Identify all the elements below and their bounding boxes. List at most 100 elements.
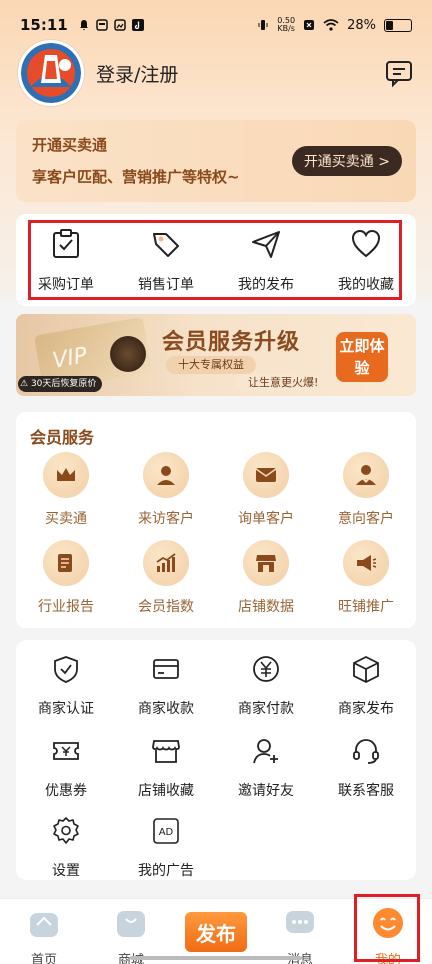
message-icon[interactable] <box>384 58 414 88</box>
tool-item-merchant-publish[interactable]: 商家发布 <box>316 654 416 718</box>
crown-icon <box>57 468 75 481</box>
tool-item-customer-service[interactable]: 联系客服 <box>316 736 416 800</box>
service-item-label: 意向客户 <box>338 511 394 527</box>
vip-open-card[interactable]: 开通买卖通 享客户匹配、营销推广等特权~ 开通买卖通 > <box>16 120 416 202</box>
service-item-label: 旺铺推广 <box>338 599 394 615</box>
mall-icon <box>117 911 145 937</box>
order-item-favorites[interactable]: 我的收藏 <box>316 228 416 294</box>
member-upgrade-banner[interactable]: VIP 会员服务升级 十大专属权益 让生意更火爆! 立即体验 ⚠ 30天后恢复原… <box>16 314 416 396</box>
nav-mine[interactable]: 我的 <box>358 907 418 964</box>
gear-icon <box>53 817 79 844</box>
promo-title: 会员服务升级 <box>162 330 301 355</box>
wifi-icon <box>323 19 339 31</box>
headset-icon <box>353 739 379 764</box>
tool-item-label: 商家付款 <box>238 701 294 717</box>
chat-icon <box>286 911 314 933</box>
order-item-label: 销售订单 <box>138 277 194 293</box>
tool-item-label: 设置 <box>52 863 80 879</box>
svg-text:AD: AD <box>159 827 174 838</box>
service-item-shop-promotion[interactable]: 旺铺推广 <box>316 540 416 616</box>
promo-badge-text: 30天后恢复原价 <box>30 379 97 389</box>
vip-card-title: 开通买卖通 <box>32 136 108 154</box>
tool-item-invite-friends[interactable]: 邀请好友 <box>216 736 316 800</box>
tool-item-my-ads[interactable]: AD 我的广告 <box>116 816 216 880</box>
merchant-tools-card: 商家认证 商家收款 商家付款 商家发布 优惠券 店铺收藏 邀请好友 联系客服 设… <box>16 640 416 880</box>
tool-item-label: 店铺收藏 <box>138 783 194 799</box>
net-speed: 0.50 KB/s <box>277 17 295 33</box>
nav-home[interactable]: 首页 <box>14 907 74 964</box>
service-item-industry-report[interactable]: 行业报告 <box>16 540 116 616</box>
trend-chart-icon <box>156 553 176 572</box>
tool-item-merchant-receive[interactable]: 商家收款 <box>116 654 216 718</box>
notification-icons <box>78 19 144 31</box>
megaphone-icon <box>357 555 377 571</box>
rocket-logo-icon <box>21 43 81 103</box>
person-heart-icon <box>356 465 376 485</box>
tool-item-label: 我的广告 <box>138 863 194 879</box>
tool-item-label: 优惠券 <box>45 783 87 799</box>
service-item-label: 店铺数据 <box>238 599 294 615</box>
order-item-sales[interactable]: 销售订单 <box>116 228 216 294</box>
report-icon <box>58 554 72 572</box>
no-sim-icon <box>304 20 315 30</box>
battery-fill <box>386 20 393 30</box>
shop-icon <box>152 740 180 763</box>
service-item-store-data[interactable]: 店铺数据 <box>216 540 316 616</box>
home-indicator <box>130 956 302 960</box>
vip-card-text: VIP <box>50 343 90 374</box>
yuan-coin-icon <box>253 656 279 682</box>
service-item-visitors[interactable]: 来访客户 <box>116 452 216 528</box>
promo-cta-button[interactable]: 立即体验 <box>336 332 388 382</box>
home-icon <box>30 913 58 937</box>
nav-label: 首页 <box>30 953 57 964</box>
add-user-icon <box>253 739 278 764</box>
coupon-icon <box>53 742 79 760</box>
tool-item-label: 联系客服 <box>338 783 394 799</box>
tool-item-coupons[interactable]: 优惠券 <box>16 736 116 800</box>
card-icon <box>153 659 179 679</box>
avatar[interactable] <box>18 40 84 106</box>
yuan-coin-graphic <box>110 336 146 372</box>
heart-icon <box>351 229 381 258</box>
promo-subtitle-1: 十大专属权益 <box>166 356 256 374</box>
app-icon <box>96 19 108 31</box>
tool-item-merchant-pay[interactable]: 商家付款 <box>216 654 316 718</box>
image-icon <box>114 19 126 31</box>
tiktok-icon <box>131 19 144 31</box>
nav-label: 我的 <box>374 953 401 964</box>
envelope-icon <box>255 468 277 482</box>
tool-item-settings[interactable]: 设置 <box>16 816 116 880</box>
service-item-member-index[interactable]: 会员指数 <box>116 540 216 616</box>
tag-icon <box>153 233 179 257</box>
tool-item-label: 商家认证 <box>38 701 94 717</box>
publish-button[interactable]: 发布 <box>185 912 247 952</box>
status-time: 15:11 <box>20 16 68 34</box>
service-item-maimaitong[interactable]: 买卖通 <box>16 452 116 528</box>
tool-item-store-favorites[interactable]: 店铺收藏 <box>116 736 216 800</box>
member-services-heading: 会员服务 <box>30 428 95 447</box>
login-register-link[interactable]: 登录/注册 <box>96 60 178 87</box>
bell-icon <box>79 20 88 31</box>
service-item-intent-clients[interactable]: 意向客户 <box>316 452 416 528</box>
box-icon <box>353 655 379 684</box>
profile-header: 登录/注册 <box>18 38 414 108</box>
status-right: 0.50 KB/s 28% <box>257 17 412 33</box>
order-item-my-posts[interactable]: 我的发布 <box>216 228 316 294</box>
service-item-inquiry-clients[interactable]: 询单客户 <box>216 452 316 528</box>
member-services-card: 会员服务 买卖通 来访客户 询单客户 意向客户 行业报告 会员指数 店铺数据 旺… <box>16 412 416 628</box>
order-item-purchase[interactable]: 采购订单 <box>16 228 116 294</box>
shield-check-icon <box>54 656 78 683</box>
order-item-label: 采购订单 <box>38 277 94 293</box>
tool-item-merchant-verify[interactable]: 商家认证 <box>16 654 116 718</box>
store-icon <box>256 555 276 572</box>
promo-badge: ⚠ 30天后恢复原价 <box>18 376 103 392</box>
order-item-label: 我的收藏 <box>338 277 394 293</box>
service-item-label: 询单客户 <box>238 511 294 527</box>
tool-item-label: 商家收款 <box>138 701 194 717</box>
vip-card-subtitle: 享客户匹配、营销推广等特权~ <box>32 168 240 186</box>
vibrate-icon <box>258 20 268 30</box>
smile-icon <box>373 908 403 938</box>
open-vip-button[interactable]: 开通买卖通 > <box>291 146 402 176</box>
service-item-label: 来访客户 <box>138 511 194 527</box>
paper-plane-icon <box>252 231 280 258</box>
